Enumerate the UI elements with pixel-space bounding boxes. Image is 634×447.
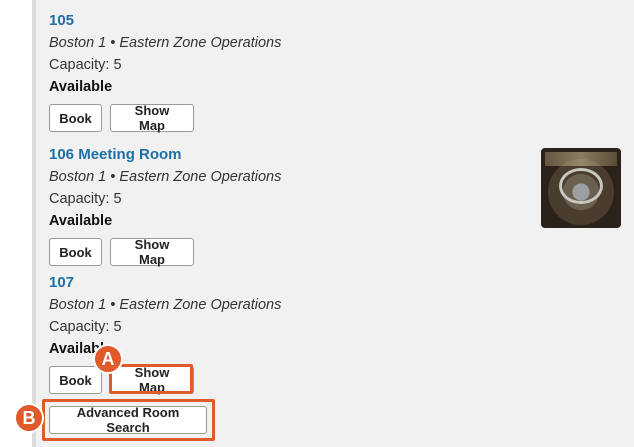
show-map-button[interactable]: Show Map bbox=[110, 237, 194, 267]
room-capacity: Capacity: 5 bbox=[49, 319, 122, 335]
room-status: Available bbox=[49, 213, 113, 229]
book-button[interactable]: Book bbox=[49, 366, 102, 394]
room-actions: Book Show Map bbox=[49, 237, 609, 267]
show-map-button[interactable]: Show Map bbox=[110, 103, 194, 133]
room-location: Boston 1 • Eastern Zone Operations bbox=[49, 169, 282, 185]
callout-b-highlight bbox=[42, 399, 215, 441]
room-capacity: Capacity: 5 bbox=[49, 57, 122, 73]
callout-a-badge: A bbox=[93, 344, 123, 374]
photo-detail bbox=[545, 152, 617, 166]
room-capacity: Capacity: 5 bbox=[49, 191, 122, 207]
room-title[interactable]: 107 bbox=[49, 274, 609, 292]
room-status: Available bbox=[49, 341, 113, 357]
photo-detail bbox=[559, 168, 603, 204]
callout-a-highlight bbox=[109, 364, 193, 394]
room-title[interactable]: 106 Meeting Room bbox=[49, 146, 609, 164]
room-card-106: 106 Meeting Room Boston 1 • Eastern Zone… bbox=[49, 146, 609, 267]
room-title[interactable]: 105 bbox=[49, 12, 609, 30]
book-button[interactable]: Book bbox=[49, 238, 102, 266]
room-status: Available bbox=[49, 79, 113, 95]
room-location: Boston 1 • Eastern Zone Operations bbox=[49, 35, 282, 51]
room-location: Boston 1 • Eastern Zone Operations bbox=[49, 297, 282, 313]
room-photo-thumbnail[interactable] bbox=[541, 148, 621, 228]
room-actions: Book Show Map bbox=[49, 103, 609, 133]
book-button[interactable]: Book bbox=[49, 104, 102, 132]
callout-b-badge: B bbox=[14, 403, 44, 433]
room-card-105: 105 Boston 1 • Eastern Zone Operations C… bbox=[49, 12, 609, 133]
